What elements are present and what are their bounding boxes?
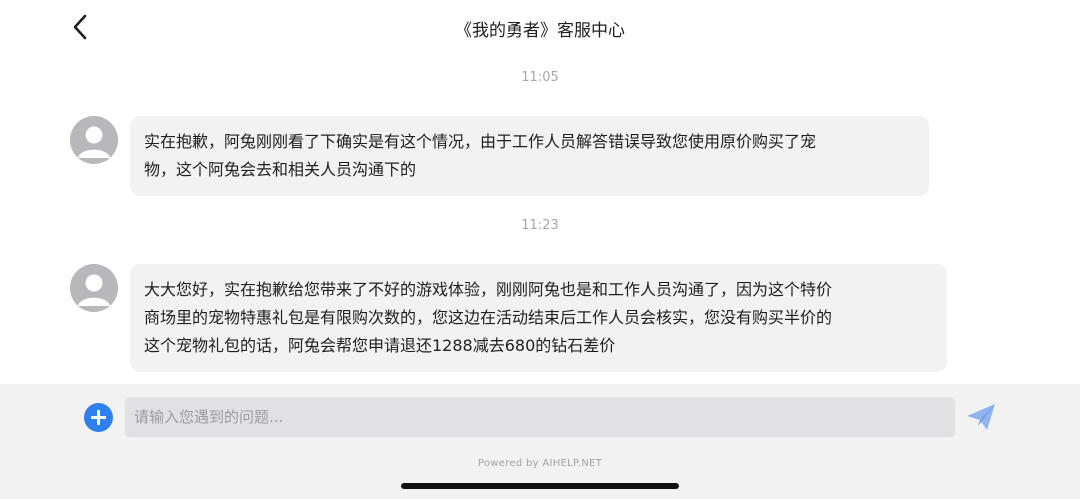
send-icon[interactable] <box>965 402 997 432</box>
message-bubble: 大大您好，实在抱歉给您带来了不好的游戏体验，刚刚阿兔也是和工作人员沟通了，因为这… <box>130 264 947 372</box>
message-timestamp: 11:05 <box>521 70 559 85</box>
powered-by-text: Powered by AIHELP.NET <box>477 458 603 469</box>
message-line: 物，这个阿兔会去和相关人员沟通下的 <box>144 160 417 179</box>
message-bubble: 实在抱歉，阿兔刚刚看了下确实是有这个情况，由于工作人员解答错误导致您使用原价购买… <box>130 116 929 196</box>
user-avatar-icon <box>70 264 118 312</box>
send-button[interactable] <box>965 402 997 432</box>
home-indicator[interactable] <box>401 483 679 489</box>
message-timestamp: 11:23 <box>521 218 559 233</box>
header: 《我的勇者》客服中心 <box>0 0 1080 56</box>
user-avatar-icon <box>70 116 118 164</box>
avatar <box>70 116 118 164</box>
message-line: 商场里的宠物特惠礼包是有限购次数的，您这边在活动结束后工作人员会核实，您没有购买… <box>144 308 833 327</box>
page-title: 《我的勇者》客服中心 <box>455 21 625 41</box>
add-attachment-button[interactable] <box>84 403 113 432</box>
message-line: 大大您好，实在抱歉给您带来了不好的游戏体验，刚刚阿兔也是和工作人员沟通了，因为这… <box>144 280 833 299</box>
message-line: 实在抱歉，阿兔刚刚看了下确实是有这个情况，由于工作人员解答错误导致您使用原价购买… <box>144 132 817 151</box>
message-input[interactable] <box>125 397 955 437</box>
plus-circle-icon[interactable] <box>84 403 113 432</box>
message-line: 这个宠物礼包的话，阿兔会帮您申请退还1288减去680的钻石差价 <box>144 336 616 355</box>
avatar <box>70 264 118 312</box>
